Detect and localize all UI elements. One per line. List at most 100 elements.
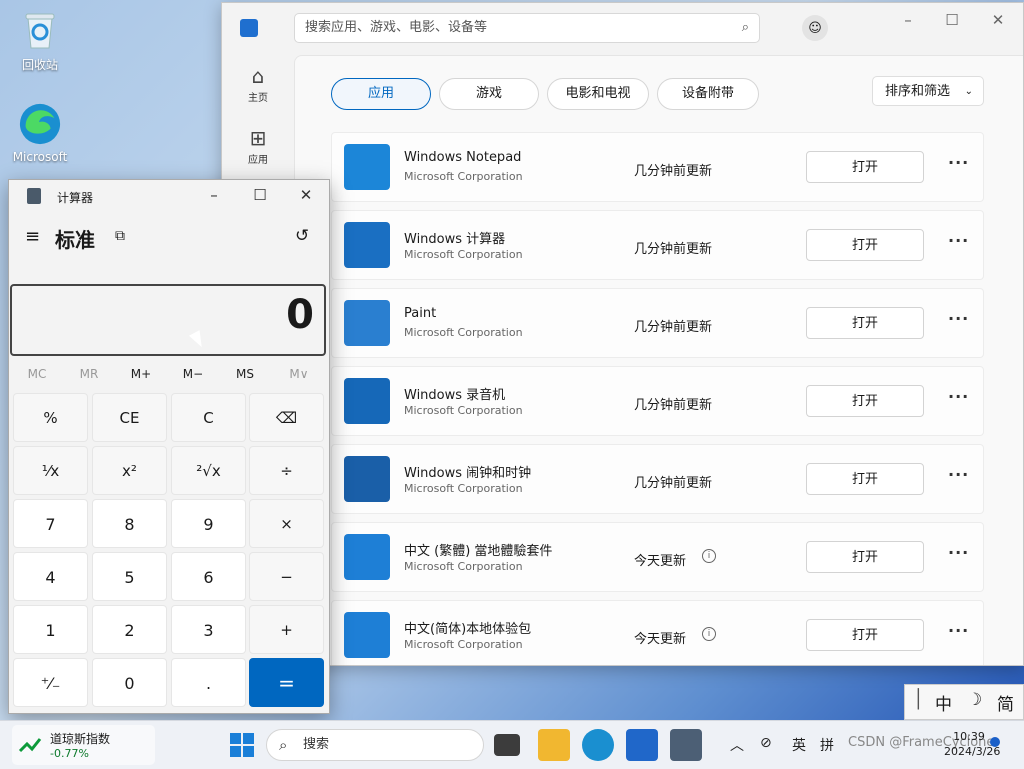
digit-9-button[interactable]: 9 — [171, 499, 246, 548]
recycle-bin-desktop-icon[interactable]: 回收站 — [8, 8, 72, 73]
notification-icon[interactable] — [990, 737, 1000, 747]
square-root-button[interactable]: ²√x — [171, 446, 246, 495]
home-icon: ⌂ — [251, 64, 265, 88]
multiply-button[interactable]: × — [249, 499, 324, 548]
tab-apps[interactable]: 应用 — [331, 78, 431, 110]
open-button[interactable]: 打开 — [806, 619, 924, 651]
memory-list-button[interactable]: M∨ — [279, 367, 319, 381]
ime-indicator[interactable]: 拼 — [820, 735, 834, 755]
more-options-icon[interactable]: ··· — [948, 465, 969, 484]
more-options-icon[interactable]: ··· — [948, 621, 969, 640]
calculator-taskbar-icon[interactable] — [670, 729, 702, 761]
ime-punct-moon-icon[interactable]: ☽ — [967, 690, 982, 710]
app-name: Paint — [404, 306, 437, 321]
network-icon[interactable]: ⊘ — [760, 735, 772, 751]
clock-time: 10:39 — [953, 730, 985, 743]
open-button[interactable]: 打开 — [806, 463, 924, 495]
app-name: 中文 (繁體) 當地體驗套件 — [404, 544, 553, 559]
open-button[interactable]: 打开 — [806, 385, 924, 417]
digit-8-button[interactable]: 8 — [92, 499, 167, 548]
more-options-icon[interactable]: ··· — [948, 309, 969, 328]
account-icon[interactable]: ☺ — [802, 15, 828, 41]
nav-item-apps[interactable]: ⊞ 应用 — [222, 117, 294, 179]
edge-taskbar-icon[interactable] — [582, 729, 614, 761]
ime-simplified[interactable]: 简 — [997, 690, 1014, 715]
backspace-button[interactable]: ⌫ — [249, 393, 324, 442]
info-icon[interactable]: i — [702, 549, 716, 563]
minimize-icon[interactable]: – — [202, 186, 226, 204]
digit-5-button[interactable]: 5 — [92, 552, 167, 601]
system-clock[interactable]: 10:39 2024/3/26 — [944, 729, 1000, 759]
open-button[interactable]: 打开 — [806, 541, 924, 573]
open-button[interactable]: 打开 — [806, 151, 924, 183]
close-icon[interactable]: ✕ — [986, 11, 1010, 29]
ime-mode-chinese[interactable]: 中 — [935, 690, 952, 715]
more-options-icon[interactable]: ··· — [948, 153, 969, 172]
digit-4-button[interactable]: 4 — [13, 552, 88, 601]
store-taskbar-icon[interactable] — [626, 729, 658, 761]
maximize-icon[interactable]: ☐ — [248, 186, 272, 204]
percent-button[interactable]: % — [13, 393, 88, 442]
calculator-display: 0 — [10, 284, 326, 356]
memory-add-button[interactable]: M+ — [121, 367, 161, 381]
tab-games[interactable]: 游戏 — [439, 78, 539, 110]
start-icon[interactable] — [226, 729, 258, 761]
more-options-icon[interactable]: ··· — [948, 543, 969, 562]
digit-2-button[interactable]: 2 — [92, 605, 167, 654]
maximize-icon[interactable]: ☐ — [940, 11, 964, 29]
digit-1-button[interactable]: 1 — [13, 605, 88, 654]
more-options-icon[interactable]: ··· — [948, 231, 969, 250]
tab-devices[interactable]: 设备附带 — [657, 78, 759, 110]
store-search-input[interactable]: 搜索应用、游戏、电影、设备等 ⌕ — [294, 13, 760, 43]
app-name: 中文(简体)本地体验包 — [404, 622, 532, 637]
memory-recall-button[interactable]: MR — [69, 367, 109, 381]
task-view-icon[interactable] — [494, 734, 520, 756]
memory-store-button[interactable]: MS — [225, 367, 265, 381]
reciprocal-button[interactable]: ¹⁄x — [13, 446, 88, 495]
more-options-icon[interactable]: ··· — [948, 387, 969, 406]
close-icon[interactable]: ✕ — [294, 186, 318, 204]
subtract-button[interactable]: − — [249, 552, 324, 601]
memory-clear-button[interactable]: MC — [17, 367, 57, 381]
decimal-button[interactable]: . — [171, 658, 246, 707]
input-lang-indicator[interactable]: 英 — [792, 735, 806, 755]
nav-item-home[interactable]: ⌂ 主页 — [222, 55, 294, 117]
digit-7-button[interactable]: 7 — [13, 499, 88, 548]
square-button[interactable]: x² — [92, 446, 167, 495]
app-publisher: Microsoft Corporation — [404, 560, 523, 573]
store-window: 搜索应用、游戏、电影、设备等 ⌕ ☺ – ☐ ✕ ⌂ 主页 ⊞ 应用 应用 游戏… — [221, 2, 1024, 666]
stock-widget-label: 道琼斯指数 — [50, 732, 111, 746]
edge-desktop-icon[interactable]: Microsoft Edge — [8, 102, 72, 164]
info-icon[interactable]: i — [702, 627, 716, 641]
history-icon[interactable]: ↺ — [295, 226, 309, 246]
search-icon[interactable]: ⌕ — [742, 14, 749, 42]
equals-button[interactable]: = — [249, 658, 324, 707]
keep-on-top-icon[interactable]: ⧉ — [115, 228, 125, 244]
negate-button[interactable]: ⁺⁄₋ — [13, 658, 88, 707]
digit-6-button[interactable]: 6 — [171, 552, 246, 601]
add-button[interactable]: + — [249, 605, 324, 654]
nav-home-label: 主页 — [248, 93, 268, 104]
clear-button[interactable]: C — [171, 393, 246, 442]
digit-3-button[interactable]: 3 — [171, 605, 246, 654]
stock-chart-icon — [18, 733, 42, 757]
app-publisher: Microsoft Corporation — [404, 638, 523, 651]
app-publisher: Microsoft Corporation — [404, 482, 523, 495]
menu-icon[interactable]: ≡ — [25, 226, 40, 247]
digit-0-button[interactable]: 0 — [92, 658, 167, 707]
app-status: 今天更新 — [634, 632, 687, 647]
open-button[interactable]: 打开 — [806, 307, 924, 339]
tab-movies-tv[interactable]: 电影和电视 — [547, 78, 649, 110]
chevron-up-icon[interactable]: ︿ — [730, 735, 744, 755]
open-button[interactable]: 打开 — [806, 229, 924, 261]
clear-entry-button[interactable]: CE — [92, 393, 167, 442]
minimize-icon[interactable]: – — [896, 11, 920, 29]
file-explorer-icon[interactable] — [538, 729, 570, 761]
memory-subtract-button[interactable]: M− — [173, 367, 213, 381]
ime-drag-handle[interactable]: │ — [913, 689, 924, 710]
stock-widget[interactable]: 道琼斯指数 -0.77% — [12, 725, 155, 765]
app-row: 中文(简体)本地体验包 Microsoft Corporation 今天更新 i… — [331, 600, 984, 665]
taskbar-search[interactable]: ⌕ 搜索 — [266, 729, 484, 761]
sort-filter-button[interactable]: 排序和筛选 ⌄ — [872, 76, 984, 106]
divide-button[interactable]: ÷ — [249, 446, 324, 495]
